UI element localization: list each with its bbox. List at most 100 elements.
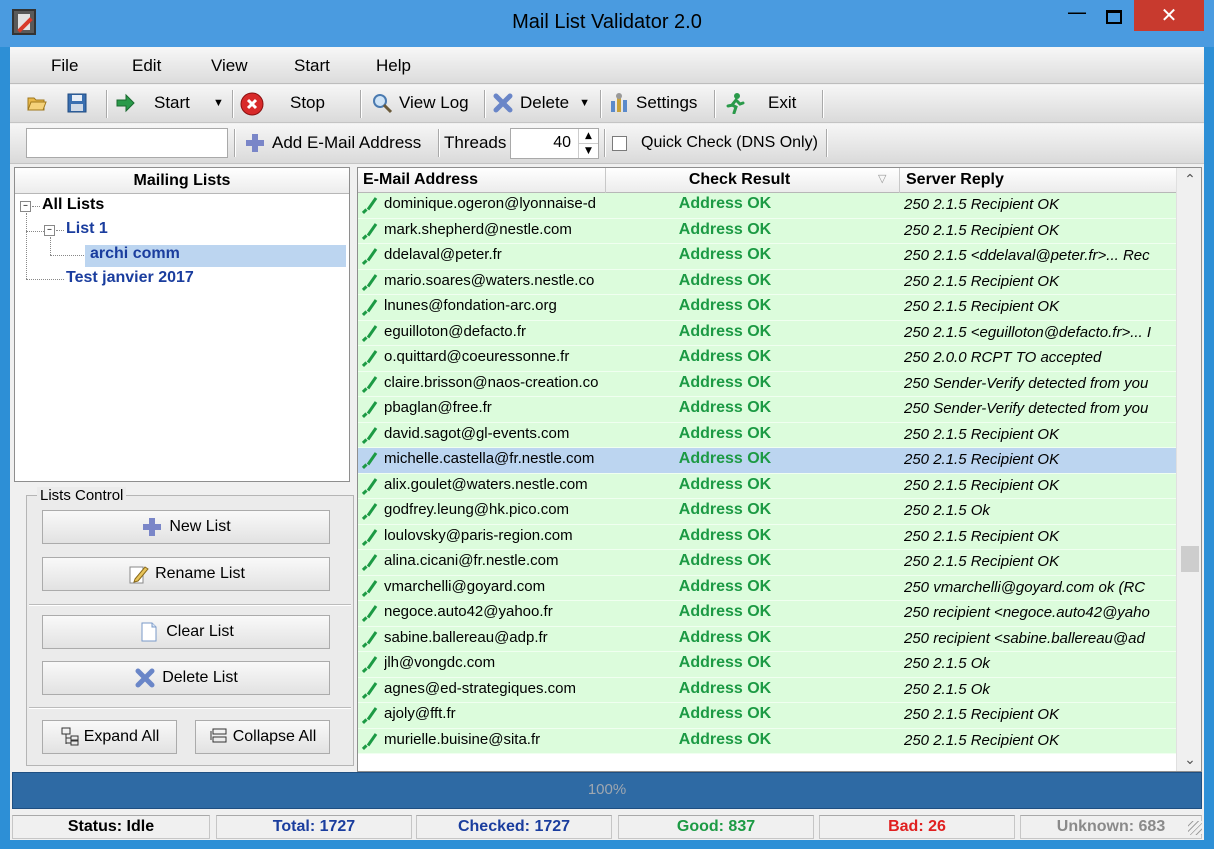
email-cell: ddelaval@peter.fr (384, 246, 502, 263)
email-address-input[interactable] (26, 128, 228, 158)
collapse-all-lists-toggle[interactable]: – (20, 201, 31, 212)
table-row[interactable]: dominique.ogeron@lyonnaise-d Address OK 25… (358, 193, 1176, 219)
rename-list-button[interactable]: Rename List (42, 557, 330, 591)
tree-node-test-janvier-2017[interactable]: Test janvier 2017 (66, 269, 194, 287)
table-row[interactable]: jlh@vongdc.com Address OK 250 2.1.5 Ok (358, 652, 1176, 678)
table-row[interactable]: michelle.castella@fr.nestle.com Address O… (358, 448, 1176, 474)
scroll-thumb[interactable] (1181, 546, 1199, 572)
email-cell: david.sagot@gl-events.com (384, 424, 570, 442)
menu-start[interactable]: Start (294, 56, 330, 76)
table-row[interactable]: mario.soares@waters.nestle.co Address OK 2… (358, 269, 1176, 295)
menu-edit[interactable]: Edit (132, 56, 161, 76)
new-list-label: New List (169, 518, 231, 535)
scroll-up-button[interactable]: ⌃ (1177, 168, 1201, 192)
table-row[interactable]: loulovsky@paris-region.com Address OK 250 … (358, 524, 1176, 550)
table-row[interactable]: negoce.auto42@yahoo.fr Address OK 250 reci… (358, 601, 1176, 627)
table-row[interactable]: mark.shepherd@nestle.com Address OK 250 2.… (358, 218, 1176, 244)
email-cell: lnunes@fondation-arc.org (384, 297, 557, 314)
server-reply-cell: 250 2.1.5 Recipient OK (904, 451, 1060, 468)
email-cell: ajoly@fft.fr (384, 705, 456, 722)
tree-node-list-1[interactable]: List 1 (66, 220, 108, 238)
threads-value[interactable]: 40 (511, 134, 571, 152)
table-row[interactable]: ajoly@fft.fr Address OK 250 2.1.5 Recipien… (358, 703, 1176, 729)
view-log-button[interactable]: View Log (371, 85, 469, 121)
threads-label: Threads (444, 133, 507, 152)
threads-stepper[interactable]: 40 ▲ ▼ (510, 128, 599, 159)
maximize-icon (1106, 10, 1122, 24)
plus-icon (141, 516, 163, 538)
progress-bar: 100% (12, 772, 1202, 809)
server-reply-cell: 250 2.1.5 Recipient OK (904, 553, 1060, 570)
minimize-button[interactable]: — (1055, 0, 1099, 33)
start-dropdown[interactable]: ▼ (213, 85, 224, 121)
title-bar[interactable]: Mail List Validator 2.0 — ✕ (0, 0, 1214, 47)
table-row[interactable]: eguilloton@defacto.fr Address OK 250 2.1.5… (358, 320, 1176, 346)
open-button[interactable] (26, 85, 54, 121)
delete-list-button[interactable]: Delete List (42, 661, 330, 695)
table-row[interactable]: sabine.ballereau@adp.fr Address OK 250 rec… (358, 626, 1176, 652)
menu-help[interactable]: Help (376, 56, 411, 76)
collapse-list1-toggle[interactable]: – (44, 225, 55, 236)
server-reply-cell: 250 2.1.5 Recipient OK (904, 221, 1060, 239)
column-header-server-reply[interactable]: Server Reply (900, 168, 1176, 193)
mailing-lists-header: Mailing Lists (15, 168, 349, 194)
scroll-down-button[interactable]: ⌄ (1177, 748, 1201, 771)
server-reply-cell: 250 2.1.5 Ok (904, 655, 990, 672)
tree-node-archi-comm[interactable]: archi comm (85, 245, 346, 267)
check-mark-icon (362, 352, 380, 364)
arrow-right-icon (114, 92, 136, 114)
check-result-cell: Address OK (678, 654, 772, 671)
table-row[interactable]: ddelaval@peter.fr Address OK 250 2.1.5 <dd… (358, 244, 1176, 270)
email-cell: alix.goulet@waters.nestle.com (384, 475, 588, 493)
email-cell: agnes@ed-strategiques.com (384, 679, 576, 697)
threads-up-button[interactable]: ▲ (578, 129, 598, 144)
table-row[interactable]: vmarchelli@goyard.com Address OK 250 vmarc… (358, 575, 1176, 601)
threads-down-button[interactable]: ▼ (578, 144, 598, 158)
maximize-button[interactable] (1094, 0, 1138, 33)
table-row[interactable]: claire.brisson@naos-creation.co Address O… (358, 371, 1176, 397)
tree-node-all-lists[interactable]: All Lists (42, 196, 104, 214)
check-result-cell: Address OK (678, 322, 772, 340)
table-row[interactable]: alina.cicani@fr.nestle.com Address OK 250 … (358, 550, 1176, 576)
close-button[interactable]: ✕ (1134, 0, 1204, 31)
table-row[interactable]: o.quittard@coeuressonne.fr Address OK 250 … (358, 346, 1176, 372)
delete-button[interactable]: Delete ▼ (492, 85, 590, 121)
table-row[interactable]: alix.goulet@waters.nestle.com Address OK 2… (358, 473, 1176, 499)
vertical-scrollbar[interactable]: ⌃ ⌄ (1176, 168, 1201, 771)
table-row[interactable]: agnes@ed-strategiques.com Address OK 250 2… (358, 677, 1176, 703)
expand-all-button[interactable]: Expand All (42, 720, 177, 754)
delete-x-icon (134, 667, 156, 689)
collapse-all-button[interactable]: Collapse All (195, 720, 330, 754)
table-row[interactable]: david.sagot@gl-events.com Address OK 250 2… (358, 422, 1176, 448)
new-list-button[interactable]: New List (42, 510, 330, 544)
quick-check-checkbox[interactable] (612, 136, 627, 151)
blank-page-icon (138, 621, 160, 643)
save-button[interactable] (66, 85, 94, 121)
table-row[interactable]: godfrey.leung@hk.pico.com Address OK 250 2… (358, 499, 1176, 525)
menu-view[interactable]: View (211, 56, 248, 76)
email-cell: alina.cicani@fr.nestle.com (384, 552, 559, 569)
clear-list-button[interactable]: Clear List (42, 615, 330, 649)
exit-button[interactable]: Exit (724, 85, 796, 121)
table-row[interactable]: pbaglan@free.fr Address OK 250 Sender-Veri… (358, 397, 1176, 423)
start-button[interactable]: Start (114, 85, 190, 121)
quick-check-label[interactable]: Quick Check (DNS Only) (641, 124, 818, 162)
table-row[interactable]: lnunes@fondation-arc.org Address OK 250 2.… (358, 295, 1176, 321)
dropdown-arrow-icon[interactable]: ▼ (579, 97, 590, 109)
stop-button[interactable]: Stop (240, 85, 325, 121)
floppy-disk-icon (66, 92, 88, 114)
check-result-cell: Address OK (678, 501, 772, 518)
table-row[interactable]: murielle.buisine@sita.fr Address OK 250 2.… (358, 728, 1176, 754)
resize-grip[interactable] (1188, 821, 1202, 835)
magnifier-icon (371, 92, 393, 114)
column-header-email[interactable]: E-Mail Address (358, 168, 606, 193)
settings-button[interactable]: Settings (608, 85, 697, 121)
add-email-button[interactable]: Add E-Mail Address (244, 124, 421, 162)
menu-file[interactable]: File (51, 56, 78, 76)
check-mark-icon (362, 378, 380, 390)
column-header-check-result[interactable]: Check Result (606, 168, 900, 193)
email-cell: murielle.buisine@sita.fr (384, 730, 541, 748)
check-mark-icon (362, 429, 380, 441)
email-results-grid[interactable]: E-Mail Address Check Result ▽ Server Rep… (357, 167, 1202, 772)
check-result-cell: Address OK (678, 526, 772, 544)
